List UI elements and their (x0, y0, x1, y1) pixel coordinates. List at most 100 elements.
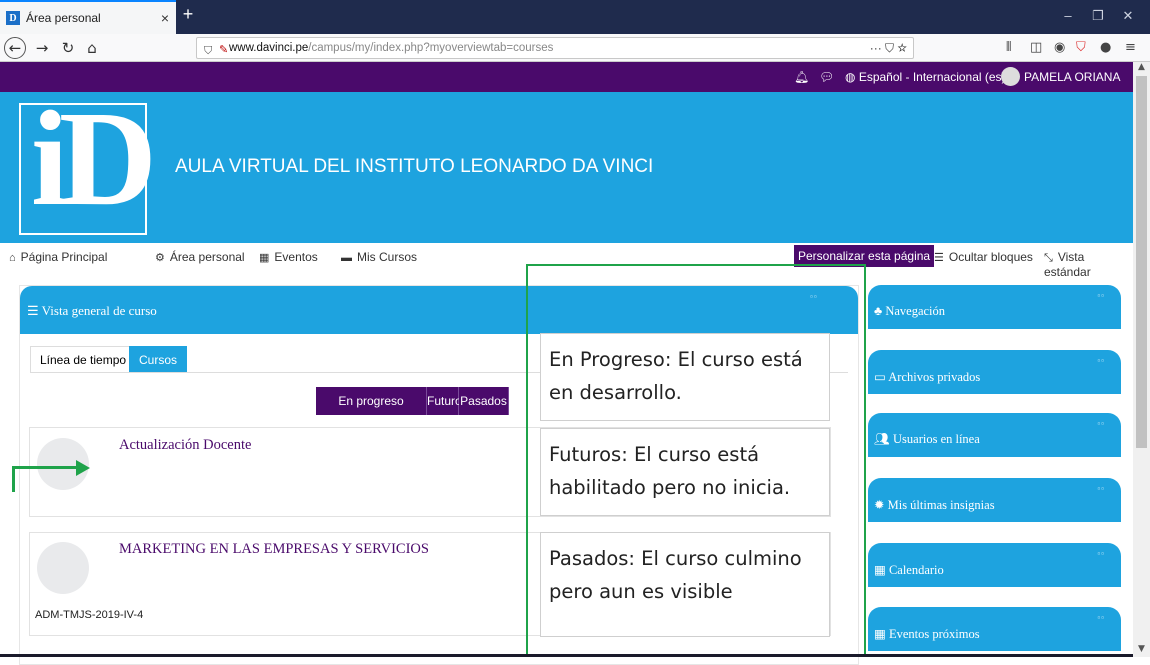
filter-past-button[interactable]: Pasados (459, 387, 509, 415)
block-private-files[interactable]: ▭ Archivos privados ▫▫ (868, 350, 1121, 394)
address-bar[interactable]: ⛉ ✎ www.davinci.pe/campus/my/index.php?m… (196, 37, 914, 59)
calendar-icon: ▦ (874, 563, 889, 577)
block-online-users-title: 👥︎ Usuarios en línea (874, 432, 980, 447)
browser-tab[interactable]: D Área personal × (0, 0, 176, 34)
annotation-past: Pasados: El curso culmino pero aun es vi… (540, 532, 830, 637)
menu-item-label: Página Principal (20, 250, 108, 264)
menu-icon[interactable]: ≡ (1125, 40, 1136, 55)
hide-blocks-label: Ocultar bloques (948, 250, 1033, 264)
course-code: ADM-TMJS-2019-IV-4 (35, 609, 144, 621)
browser-tab-bar: D Área personal × + – ❐ ✕ (0, 0, 1150, 34)
close-tab-icon[interactable]: × (154, 10, 176, 26)
language-label: Español - Internacional (es) (858, 70, 1006, 84)
block-controls-icon[interactable]: ▫▫ (1097, 291, 1105, 300)
site-banner: iD AULA VIRTUAL DEL INSTITUTO LEONARDO D… (0, 91, 1133, 243)
block-online-users[interactable]: 👥︎ Usuarios en línea ▫▫ (868, 413, 1121, 457)
tab-courses[interactable]: Cursos (129, 346, 188, 373)
block-private-files-title: ▭ Archivos privados (874, 369, 980, 385)
badge-icon: ✹ (874, 498, 888, 512)
site-logo[interactable]: iD (19, 91, 157, 235)
block-calendar[interactable]: ▦ Calendario ▫▫ (868, 543, 1121, 587)
block-navigation-title: ♣ Navegación (874, 304, 945, 319)
course-overview-title: ☰ Vista general de curso (27, 303, 157, 319)
close-window-button[interactable]: ✕ (1118, 8, 1138, 24)
block-upcoming-events[interactable]: ▦ Eventos próximos ▫▫ (868, 607, 1121, 651)
page-actions[interactable]: ··· ⛉ ☆ (870, 38, 907, 58)
filter-future-button[interactable]: Futuros (427, 387, 468, 415)
home-icon: ⌂ (9, 252, 16, 264)
site-title: AULA VIRTUAL DEL INSTITUTO LEONARDO DA V… (175, 156, 654, 177)
block-controls-icon[interactable]: ▫▫ (1097, 419, 1105, 428)
shield-icon[interactable]: ⛉ (204, 41, 212, 61)
site-top-bar: 🔔︎ 💬︎ ◍ Español - Internacional (es) PAM… (0, 62, 1133, 98)
block-controls-icon[interactable]: ▫▫ (1097, 484, 1105, 493)
extension-icon[interactable]: ● (1100, 40, 1111, 55)
block-controls-icon[interactable]: ▫▫ (1097, 613, 1105, 622)
user-name: PAMELA ORIANA (1024, 70, 1120, 84)
menu-item-dashboard[interactable]: ⚙ Área personal (155, 250, 245, 264)
users-icon: 👥︎ (874, 432, 893, 446)
calendar-icon: ▦ (874, 627, 889, 641)
page-scrollbar[interactable]: ▲ ▼ (1133, 62, 1150, 657)
reload-button[interactable]: ↻ (56, 36, 80, 60)
list-icon: ☰ (934, 252, 944, 264)
chat-icon[interactable]: 💬︎ (819, 70, 834, 84)
url-path: /campus/my/index.php?myoverviewtab=cours… (308, 42, 554, 54)
pocket-icon[interactable]: ⛉ (1076, 40, 1086, 55)
tab-title: Área personal (26, 11, 101, 25)
language-menu[interactable]: ◍ Español - Internacional (es) (845, 70, 1006, 84)
site-favicon-icon: D (6, 11, 20, 25)
bell-icon[interactable]: 🔔︎ (794, 70, 809, 84)
sidebar-icon[interactable]: ◫ (1030, 40, 1042, 55)
course-name-link[interactable]: MARKETING EN LAS EMPRESAS Y SERVICIOS (119, 541, 429, 558)
list-icon: ☰ (27, 303, 42, 318)
filter-in-progress-button[interactable]: En progreso (316, 387, 427, 415)
menu-item-label: Mis Cursos (357, 250, 418, 264)
block-controls-icon[interactable]: ▫▫ (1097, 549, 1105, 558)
compress-icon: ⤡ (1044, 252, 1053, 264)
url-domain: www.davinci.pe (229, 42, 309, 54)
tab-timeline[interactable]: Línea de tiempo (30, 346, 137, 373)
menu-item-home[interactable]: ⌂ Página Principal (9, 250, 107, 264)
block-label: Eventos próximos (888, 627, 980, 641)
home-button[interactable]: ⌂ (80, 36, 104, 60)
arrow-right-icon (76, 460, 90, 476)
insecure-lock-icon[interactable]: ✎ (219, 40, 228, 60)
block-latest-badges[interactable]: ✹ Mis últimas insignias ▫▫ (868, 478, 1121, 522)
block-controls-icon[interactable]: ▫▫ (1097, 356, 1105, 365)
annotation-in-progress: En Progreso: El curso está en desarrollo… (540, 333, 830, 421)
scroll-up-icon[interactable]: ▲ (1133, 62, 1150, 72)
block-upcoming-events-title: ▦ Eventos próximos (874, 626, 980, 642)
back-button[interactable]: ← (4, 37, 26, 59)
block-label: Calendario (888, 563, 944, 577)
browser-nav-bar: ← → ↻ ⌂ ⛉ ✎ www.davinci.pe/campus/my/ind… (0, 34, 1150, 62)
block-calendar-title: ▦ Calendario (874, 562, 944, 578)
block-title-label: Vista general de curso (41, 303, 157, 318)
scroll-thumb[interactable] (1136, 76, 1147, 448)
menu-item-label: Área personal (169, 250, 245, 264)
library-icon[interactable]: ⫴ (1006, 40, 1011, 55)
block-label: Archivos privados (888, 370, 981, 384)
forward-button[interactable]: → (30, 36, 54, 60)
logo-letters: iD (31, 84, 157, 234)
block-navigation[interactable]: ♣ Navegación ▫▫ (868, 285, 1121, 329)
hide-blocks-button[interactable]: ☰ Ocultar bloques (934, 250, 1033, 264)
scroll-down-icon[interactable]: ▼ (1133, 644, 1150, 654)
restore-window-button[interactable]: ❐ (1088, 8, 1108, 24)
course-image (37, 542, 89, 594)
minimize-window-button[interactable]: – (1058, 8, 1078, 23)
block-label: Mis últimas insignias (887, 498, 995, 512)
menu-item-label: Eventos (274, 250, 318, 264)
menu-item-my-courses[interactable]: ▬ Mis Cursos (341, 250, 417, 264)
course-name-link[interactable]: Actualización Docente (119, 437, 251, 454)
account-icon[interactable]: ◉ (1054, 40, 1065, 55)
standard-view-button[interactable]: ⤡ Vista estándar (1044, 250, 1133, 279)
calendar-icon: ▦ (259, 252, 270, 264)
new-tab-button[interactable]: + (178, 4, 198, 25)
briefcase-icon: ▬ (341, 252, 352, 264)
annotation-arrow-stem (12, 466, 15, 492)
block-latest-badges-title: ✹ Mis últimas insignias (874, 497, 995, 513)
menu-item-events[interactable]: ▦ Eventos (259, 250, 318, 264)
folder-icon: ▭ (874, 370, 889, 384)
avatar[interactable] (1001, 67, 1020, 86)
